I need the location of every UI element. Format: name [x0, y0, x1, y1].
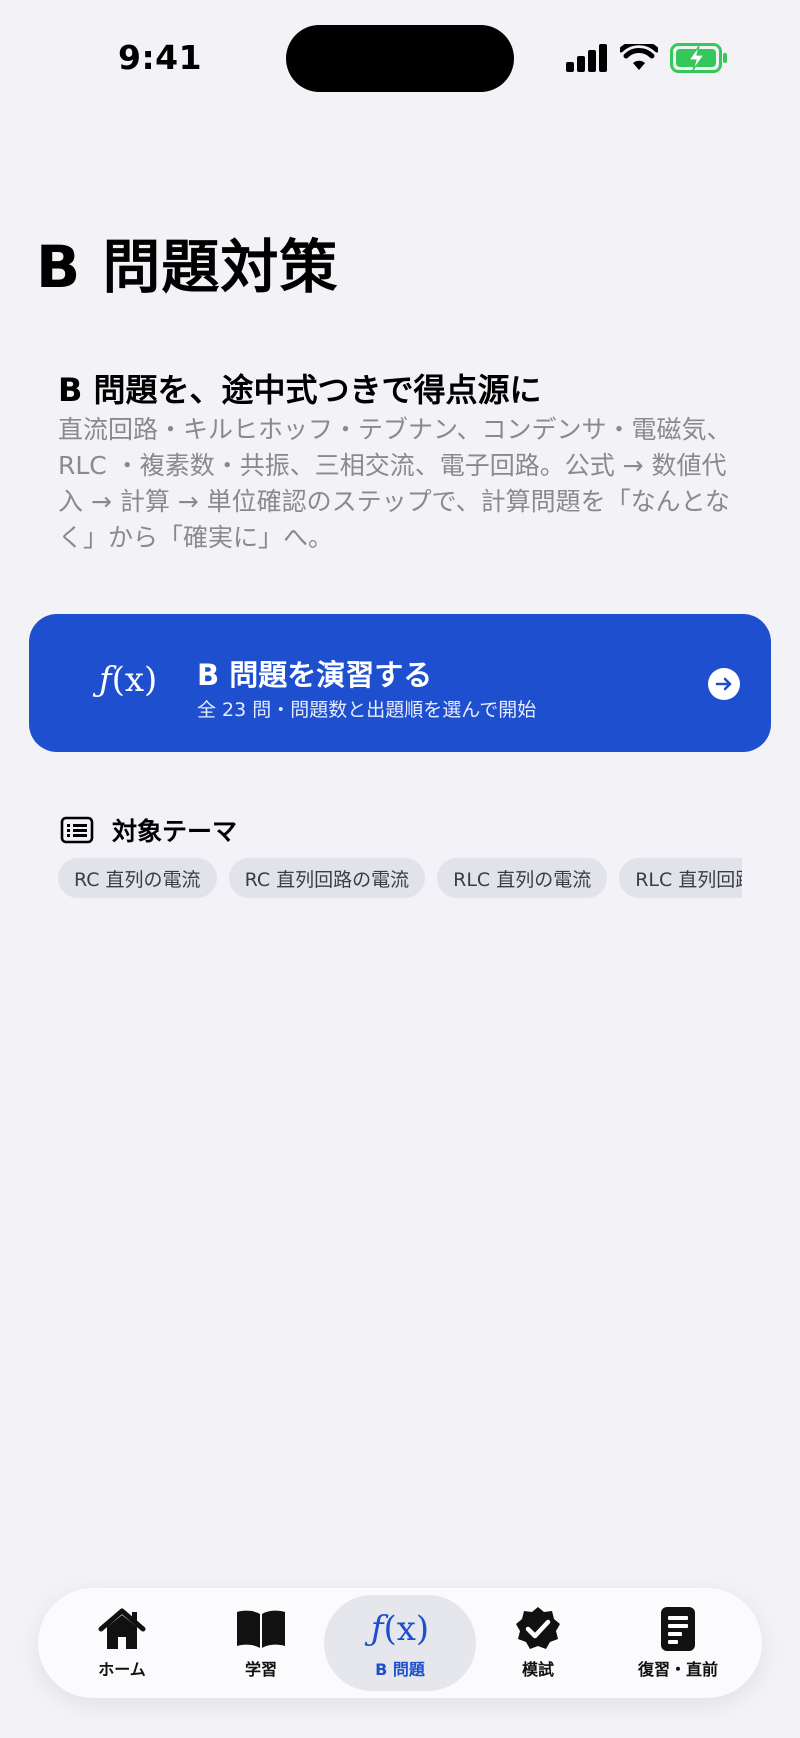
book-icon: [237, 1610, 285, 1648]
practice-card-subtitle: 全 23 問・問題数と出題順を選んで開始: [197, 699, 537, 721]
status-icons: [566, 42, 728, 74]
tab-label: ホーム: [98, 1660, 146, 1679]
dynamic-island: [286, 25, 514, 92]
theme-chip[interactable]: RC 直列回路の電流: [228, 858, 426, 898]
tab-label: 模試: [521, 1660, 554, 1679]
theme-chip[interactable]: RC 直列の電流: [58, 858, 217, 898]
battery-charging-icon: [670, 43, 727, 73]
house-icon: [98, 1608, 146, 1649]
theme-chips: RC 直列の電流 RC 直列回路の電流 RLC 直列の電流 RLC 直列回路の電…: [58, 858, 742, 900]
tab-bar: ホーム 学習 ƒ(x) B 問題 模試 復習・直前: [38, 1588, 762, 1698]
screen: 9:41 B 問題対策 B 問題を、途中式つきで得点源に 直流回路・キルヒホッフ…: [0, 0, 800, 1738]
status-time: 9:41: [118, 38, 203, 77]
intro-description: 直流回路・キルヒホッフ・テブナン、コンデンサ・電磁気、RLC ・複素数・共振、三…: [58, 415, 732, 552]
function-icon: ƒ(x): [99, 660, 158, 700]
page-title: B 問題対策: [36, 233, 339, 301]
practice-card-title: B 問題を演習する: [197, 658, 433, 692]
start-practice-button[interactable]: ƒ(x) B 問題を演習する 全 23 問・問題数と出題順を選んで開始: [29, 614, 771, 752]
theme-chip[interactable]: RLC 直列回路の電流: [619, 858, 742, 898]
function-icon: ƒ(x): [370, 1609, 430, 1649]
tab-home[interactable]: ホーム: [52, 1588, 192, 1698]
themes-title: 対象テーマ: [112, 817, 238, 846]
document-icon: [661, 1607, 695, 1651]
tab-study[interactable]: 学習: [191, 1588, 331, 1698]
cellular-signal-icon: [566, 44, 607, 72]
theme-chip[interactable]: RLC 直列の電流: [437, 858, 608, 898]
tab-label: 学習: [244, 1660, 277, 1679]
themes-header: 対象テーマ: [60, 812, 237, 848]
tab-mock-exam[interactable]: 模試: [468, 1588, 608, 1698]
tab-review[interactable]: 復習・直前: [608, 1588, 748, 1698]
wifi-icon: [620, 44, 658, 70]
checkmark-seal-icon: [516, 1607, 560, 1649]
tab-b-problems[interactable]: ƒ(x) B 問題: [324, 1595, 476, 1691]
tab-label: B 問題: [375, 1660, 425, 1679]
intro-heading: B 問題を、途中式つきで得点源に: [58, 371, 542, 409]
list-icon: [60, 816, 94, 844]
arrow-right-circle-icon[interactable]: [708, 668, 740, 700]
tab-label: 復習・直前: [637, 1660, 718, 1679]
